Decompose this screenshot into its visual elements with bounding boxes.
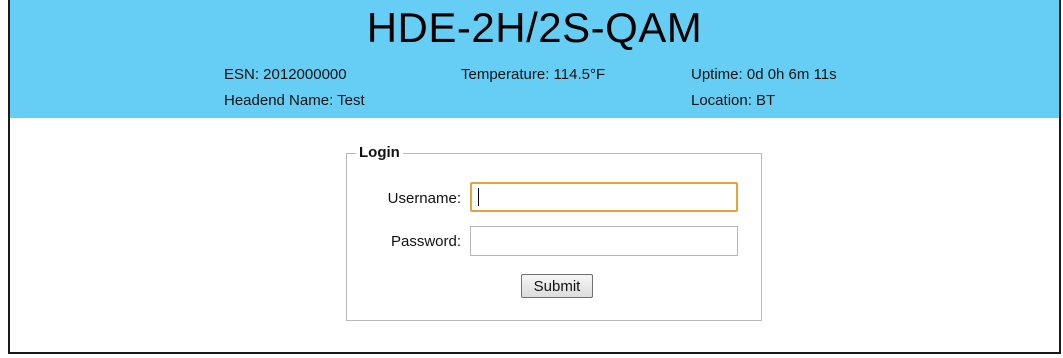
login-fieldset: Login Username: Password: Submit — [346, 144, 762, 321]
temperature-label: Temperature: 114.5°F — [461, 66, 606, 83]
username-input[interactable] — [470, 182, 738, 212]
device-header: HDE-2H/2S-QAM ESN: 2012000000 Temperatur… — [10, 0, 1059, 118]
text-caret — [478, 188, 479, 206]
headend-name-label: Headend Name: Test — [224, 92, 365, 109]
device-model-title: HDE-2H/2S-QAM — [366, 4, 703, 51]
page-frame: HDE-2H/2S-QAM ESN: 2012000000 Temperatur… — [8, 0, 1061, 354]
password-label: Password: — [390, 233, 461, 250]
esn-label: ESN: 2012000000 — [224, 66, 347, 83]
login-legend: Login — [356, 144, 403, 161]
submit-button[interactable]: Submit — [521, 274, 593, 298]
uptime-label: Uptime: 0d 0h 6m 11s — [691, 66, 837, 83]
location-label: Location: BT — [691, 92, 776, 109]
username-label: Username: — [387, 190, 461, 207]
password-input[interactable] — [470, 226, 738, 256]
